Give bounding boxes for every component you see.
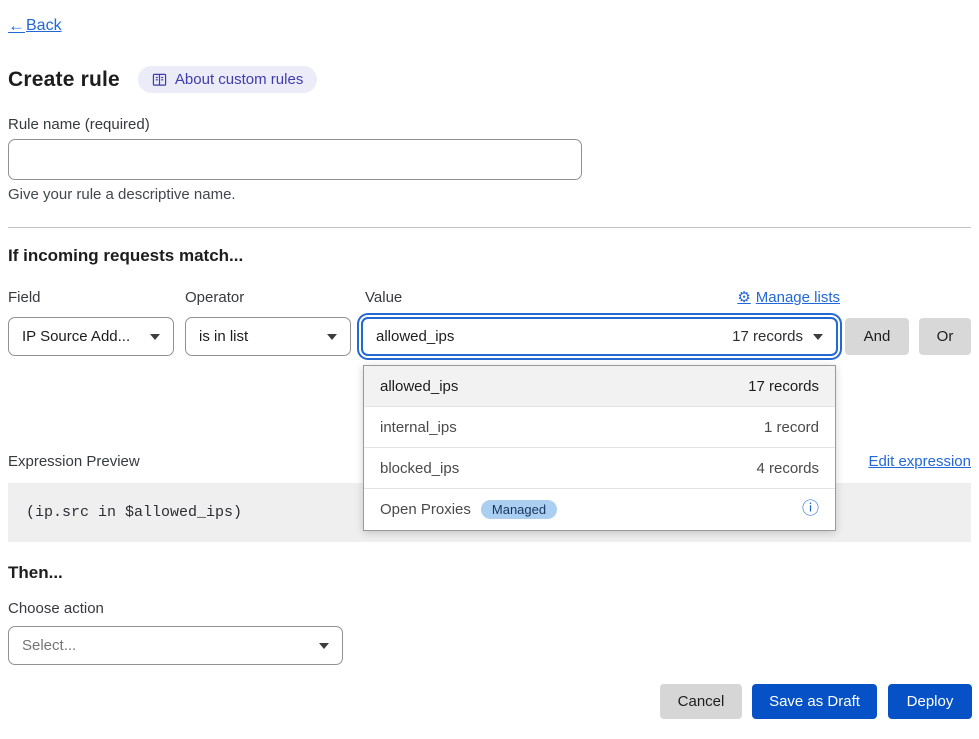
or-button[interactable]: Or: [919, 318, 971, 355]
about-custom-rules-link[interactable]: About custom rules: [138, 66, 317, 93]
list-item-name: Open Proxies: [380, 501, 471, 518]
value-select-value: allowed_ips: [376, 328, 454, 345]
manage-lists-link[interactable]: ⚙ Manage lists: [737, 288, 840, 306]
info-icon[interactable]: ⓘ: [802, 501, 819, 518]
and-button[interactable]: And: [845, 318, 909, 355]
deploy-button[interactable]: Deploy: [888, 684, 972, 719]
action-select-placeholder: Select...: [22, 637, 76, 654]
back-arrow-icon: ←: [8, 16, 25, 36]
chevron-down-icon: [327, 334, 337, 340]
list-item-records: 17 records: [748, 378, 819, 395]
chevron-down-icon: [813, 334, 823, 340]
list-item-blocked-ips[interactable]: blocked_ips 4 records: [364, 448, 835, 489]
rule-name-helper-text: Give your rule a descriptive name.: [8, 186, 236, 203]
list-item-name: blocked_ips: [380, 460, 459, 477]
list-item-records: 1 record: [764, 419, 819, 436]
operator-label: Operator: [185, 289, 244, 306]
list-item-allowed-ips[interactable]: allowed_ips 17 records: [364, 366, 835, 407]
value-select[interactable]: allowed_ips 17 records: [361, 317, 838, 356]
managed-badge: Managed: [481, 500, 557, 519]
field-label: Field: [8, 289, 41, 306]
then-section-heading: Then...: [8, 563, 63, 583]
list-item-name: allowed_ips: [380, 378, 458, 395]
title-row: Create rule About custom rules: [8, 66, 317, 93]
field-select-value: IP Source Add...: [22, 328, 130, 345]
save-as-draft-button[interactable]: Save as Draft: [752, 684, 877, 719]
choose-action-label: Choose action: [8, 600, 104, 617]
value-select-records: 17 records: [732, 328, 803, 345]
cancel-button[interactable]: Cancel: [660, 684, 742, 719]
field-select[interactable]: IP Source Add...: [8, 317, 174, 356]
manage-lists-label: Manage lists: [756, 289, 840, 306]
rule-name-input[interactable]: [8, 139, 582, 180]
list-item-open-proxies[interactable]: Open Proxies Managed ⓘ: [364, 489, 835, 530]
value-dropdown-menu: allowed_ips 17 records internal_ips 1 re…: [363, 365, 836, 531]
list-item-internal-ips[interactable]: internal_ips 1 record: [364, 407, 835, 448]
section-divider: [8, 227, 971, 228]
operator-select-value: is in list: [199, 328, 248, 345]
gear-icon: ⚙: [737, 288, 750, 306]
back-label: Back: [26, 17, 62, 35]
page-title: Create rule: [8, 68, 120, 92]
action-select[interactable]: Select...: [8, 626, 343, 665]
book-icon: [152, 73, 167, 87]
edit-expression-link[interactable]: Edit expression: [868, 453, 971, 470]
match-section-heading: If incoming requests match...: [8, 246, 243, 266]
value-label: Value: [365, 289, 402, 306]
chevron-down-icon: [319, 643, 329, 649]
back-link[interactable]: ←Back: [8, 16, 62, 36]
list-item-records: 4 records: [756, 460, 819, 477]
expression-preview-label: Expression Preview: [8, 453, 140, 470]
chevron-down-icon: [150, 334, 160, 340]
rule-name-label: Rule name (required): [8, 116, 150, 133]
list-item-name: internal_ips: [380, 419, 457, 436]
operator-select[interactable]: is in list: [185, 317, 351, 356]
expression-code: (ip.src in $allowed_ips): [26, 504, 242, 521]
about-badge-label: About custom rules: [175, 71, 303, 88]
